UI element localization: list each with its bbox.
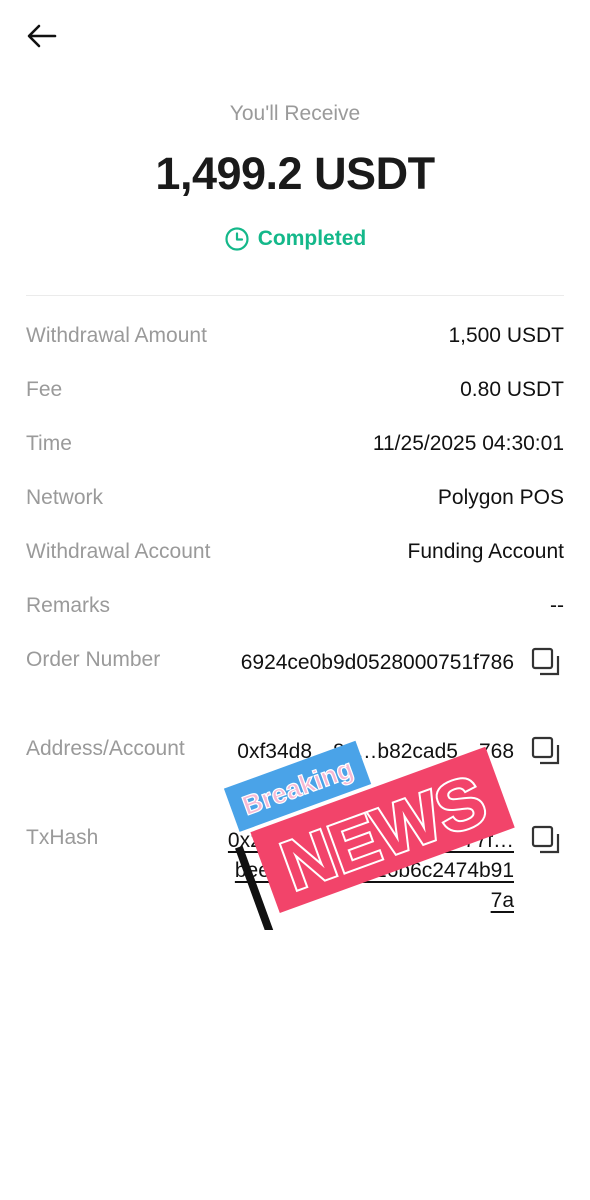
fee-value: 0.80 USDT	[460, 378, 564, 401]
copy-txhash-button[interactable]	[530, 824, 562, 856]
status-text: Completed	[257, 227, 367, 250]
address-value: 0xf34d8…82…b82cad5…768	[237, 740, 514, 763]
address-label: Address/Account	[26, 737, 185, 760]
txhash-link[interactable]: 0x2369…5995daef6e28e77f…bee52dd07e8816b6…	[224, 826, 514, 916]
detail-row-withdrawal-account: Withdrawal Account Funding Account	[26, 536, 564, 568]
copy-address-button[interactable]	[530, 735, 562, 767]
detail-row-network: Network Polygon POS	[26, 482, 564, 514]
copy-icon	[531, 736, 560, 765]
receive-amount: 1,499.2 USDT	[155, 148, 435, 199]
time-label: Time	[26, 432, 72, 455]
withdrawal-account-value: Funding Account	[407, 540, 564, 563]
status-badge: Completed	[0, 226, 590, 252]
clock-icon	[225, 227, 249, 251]
fee-label: Fee	[26, 378, 63, 401]
detail-row-fee: Fee 0.80 USDT	[26, 374, 564, 406]
copy-icon	[531, 825, 560, 854]
txhash-label: TxHash	[26, 826, 99, 849]
withdrawal-amount-value: 1,500 USDT	[448, 324, 564, 347]
receive-label: You'll Receive	[229, 102, 361, 125]
detail-row-address: Address/Account 0xf34d8…82…b82cad5…768	[26, 733, 564, 803]
back-button[interactable]	[24, 20, 60, 52]
divider	[26, 295, 564, 296]
detail-row-txhash: TxHash 0x2369…5995daef6e28e77f…bee52dd07…	[26, 822, 564, 922]
network-value: Polygon POS	[437, 486, 564, 509]
detail-row-remarks: Remarks --	[26, 590, 564, 622]
order-number-value: 6924ce0b9d0528000751f786	[240, 651, 514, 674]
detail-row-withdrawal-amount: Withdrawal Amount 1,500 USDT	[26, 320, 564, 352]
detail-row-time: Time 11/25/2025 04:30:01	[26, 428, 564, 460]
order-number-label: Order Number	[26, 648, 161, 671]
copy-icon	[531, 647, 560, 676]
arrow-left-icon	[27, 24, 57, 48]
network-label: Network	[26, 486, 104, 509]
remarks-label: Remarks	[26, 594, 111, 617]
remarks-value: --	[550, 594, 564, 617]
detail-row-order-number: Order Number 6924ce0b9d0528000751f786	[26, 644, 564, 714]
withdrawal-account-label: Withdrawal Account	[26, 540, 211, 563]
withdrawal-amount-label: Withdrawal Amount	[26, 324, 207, 347]
time-value: 11/25/2025 04:30:01	[372, 432, 564, 455]
copy-order-number-button[interactable]	[530, 646, 562, 678]
